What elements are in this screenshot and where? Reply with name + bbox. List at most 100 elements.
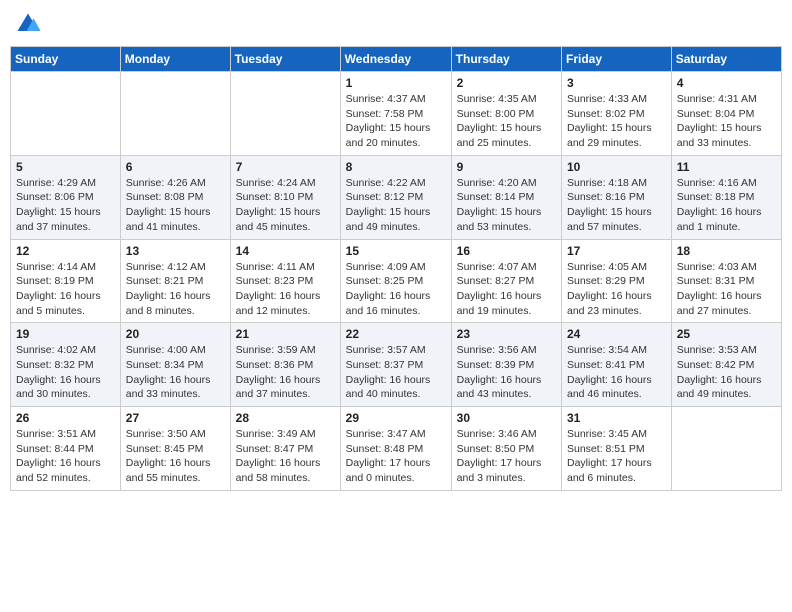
day-info: Sunrise: 4:09 AM Sunset: 8:25 PM Dayligh… — [346, 260, 446, 319]
day-number: 13 — [126, 244, 225, 258]
day-info: Sunrise: 4:05 AM Sunset: 8:29 PM Dayligh… — [567, 260, 666, 319]
calendar-cell: 21 Sunrise: 3:59 AM Sunset: 8:36 PM Dayli… — [230, 323, 340, 407]
calendar-cell: 22Sunrise: 3:57 AM Sunset: 8:37 PM Dayli… — [340, 323, 451, 407]
day-info: Sunrise: 4:26 AM Sunset: 8:08 PM Dayligh… — [126, 176, 225, 235]
day-number: 3 — [567, 76, 666, 90]
calendar-cell: 9 Sunrise: 4:20 AM Sunset: 8:14 PM Daylig… — [451, 155, 561, 239]
day-info: Sunrise: 3:46 AM Sunset: 8:50 PM Dayligh… — [457, 427, 556, 486]
day-number: 14 — [236, 244, 335, 258]
calendar-cell — [11, 72, 121, 156]
logo — [14, 10, 46, 38]
day-number: 12 — [16, 244, 115, 258]
day-number: 2 — [457, 76, 556, 90]
day-info: Sunrise: 4:00 AM Sunset: 8:34 PM Dayligh… — [126, 343, 225, 402]
calendar-week-row: 12 Sunrise: 4:14 AM Sunset: 8:19 PM Dayli… — [11, 239, 782, 323]
page-header — [10, 10, 782, 38]
weekday-header: Tuesday — [230, 47, 340, 72]
calendar-week-row: 1 Sunrise: 4:37 AM Sunset: 7:58 PM Daylig… — [11, 72, 782, 156]
calendar-week-row: 19 Sunrise: 4:02 AM Sunset: 8:32 PM Dayli… — [11, 323, 782, 407]
calendar-cell: 27Sunrise: 3:50 AM Sunset: 8:45 PM Dayli… — [120, 407, 230, 491]
day-info: Sunrise: 4:33 AM Sunset: 8:02 PM Dayligh… — [567, 92, 666, 151]
day-number: 18 — [677, 244, 776, 258]
calendar-cell — [230, 72, 340, 156]
day-number: 22 — [346, 327, 446, 341]
calendar-cell: 28 Sunrise: 3:49 AM Sunset: 8:47 PM Dayli… — [230, 407, 340, 491]
day-info: Sunrise: 3:54 AM Sunset: 8:41 PM Dayligh… — [567, 343, 666, 402]
day-number: 1 — [346, 76, 446, 90]
day-info: Sunrise: 4:22 AM Sunset: 8:12 PM Dayligh… — [346, 176, 446, 235]
day-number: 26 — [16, 411, 115, 425]
day-number: 23 — [457, 327, 556, 341]
calendar-cell: 1 Sunrise: 4:37 AM Sunset: 7:58 PM Daylig… — [340, 72, 451, 156]
day-number: 4 — [677, 76, 776, 90]
day-info: Sunrise: 4:02 AM Sunset: 8:32 PM Dayligh… — [16, 343, 115, 402]
calendar-cell: 25 Sunrise: 3:53 AM Sunset: 8:42 PM Dayli… — [671, 323, 781, 407]
calendar-cell: 24 Sunrise: 3:54 AM Sunset: 8:41 PM Dayli… — [562, 323, 672, 407]
day-info: Sunrise: 3:56 AM Sunset: 8:39 PM Dayligh… — [457, 343, 556, 402]
day-number: 19 — [16, 327, 115, 341]
day-info: Sunrise: 4:35 AM Sunset: 8:00 PM Dayligh… — [457, 92, 556, 151]
calendar-cell: 15 Sunrise: 4:09 AM Sunset: 8:25 PM Dayli… — [340, 239, 451, 323]
day-number: 31 — [567, 411, 666, 425]
day-info: Sunrise: 4:31 AM Sunset: 8:04 PM Dayligh… — [677, 92, 776, 151]
calendar-cell: 18 Sunrise: 4:03 AM Sunset: 8:31 PM Dayli… — [671, 239, 781, 323]
day-number: 17 — [567, 244, 666, 258]
weekday-header: Saturday — [671, 47, 781, 72]
calendar-cell: 14 Sunrise: 4:11 AM Sunset: 8:23 PM Dayli… — [230, 239, 340, 323]
day-number: 8 — [346, 160, 446, 174]
day-number: 7 — [236, 160, 335, 174]
day-info: Sunrise: 3:47 AM Sunset: 8:48 PM Dayligh… — [346, 427, 446, 486]
day-number: 21 — [236, 327, 335, 341]
calendar-header-row: SundayMondayTuesdayWednesdayThursdayFrid… — [11, 47, 782, 72]
calendar-week-row: 26 Sunrise: 3:51 AM Sunset: 8:44 PM Dayli… — [11, 407, 782, 491]
weekday-header: Monday — [120, 47, 230, 72]
calendar-cell: 30Sunrise: 3:46 AM Sunset: 8:50 PM Dayli… — [451, 407, 561, 491]
calendar-cell: 13 Sunrise: 4:12 AM Sunset: 8:21 PM Dayli… — [120, 239, 230, 323]
day-number: 24 — [567, 327, 666, 341]
day-number: 10 — [567, 160, 666, 174]
calendar-table: SundayMondayTuesdayWednesdayThursdayFrid… — [10, 46, 782, 491]
calendar-cell — [120, 72, 230, 156]
calendar-cell: 3 Sunrise: 4:33 AM Sunset: 8:02 PM Daylig… — [562, 72, 672, 156]
day-info: Sunrise: 4:11 AM Sunset: 8:23 PM Dayligh… — [236, 260, 335, 319]
day-info: Sunrise: 3:50 AM Sunset: 8:45 PM Dayligh… — [126, 427, 225, 486]
weekday-header: Thursday — [451, 47, 561, 72]
day-info: Sunrise: 4:07 AM Sunset: 8:27 PM Dayligh… — [457, 260, 556, 319]
day-info: Sunrise: 3:53 AM Sunset: 8:42 PM Dayligh… — [677, 343, 776, 402]
day-info: Sunrise: 4:16 AM Sunset: 8:18 PM Dayligh… — [677, 176, 776, 235]
calendar-cell: 17 Sunrise: 4:05 AM Sunset: 8:29 PM Dayli… — [562, 239, 672, 323]
weekday-header: Sunday — [11, 47, 121, 72]
day-info: Sunrise: 3:59 AM Sunset: 8:36 PM Dayligh… — [236, 343, 335, 402]
day-number: 29 — [346, 411, 446, 425]
weekday-header: Friday — [562, 47, 672, 72]
calendar-cell: 2 Sunrise: 4:35 AM Sunset: 8:00 PM Daylig… — [451, 72, 561, 156]
logo-icon — [14, 10, 42, 38]
calendar-cell: 31Sunrise: 3:45 AM Sunset: 8:51 PM Dayli… — [562, 407, 672, 491]
calendar-cell: 4 Sunrise: 4:31 AM Sunset: 8:04 PM Daylig… — [671, 72, 781, 156]
calendar-week-row: 5 Sunrise: 4:29 AM Sunset: 8:06 PM Daylig… — [11, 155, 782, 239]
day-info: Sunrise: 4:03 AM Sunset: 8:31 PM Dayligh… — [677, 260, 776, 319]
day-number: 25 — [677, 327, 776, 341]
calendar-cell: 26 Sunrise: 3:51 AM Sunset: 8:44 PM Dayli… — [11, 407, 121, 491]
day-number: 11 — [677, 160, 776, 174]
calendar-cell: 8 Sunrise: 4:22 AM Sunset: 8:12 PM Daylig… — [340, 155, 451, 239]
day-number: 5 — [16, 160, 115, 174]
day-number: 28 — [236, 411, 335, 425]
calendar-cell: 23 Sunrise: 3:56 AM Sunset: 8:39 PM Dayli… — [451, 323, 561, 407]
day-info: Sunrise: 4:18 AM Sunset: 8:16 PM Dayligh… — [567, 176, 666, 235]
day-number: 16 — [457, 244, 556, 258]
day-info: Sunrise: 4:14 AM Sunset: 8:19 PM Dayligh… — [16, 260, 115, 319]
day-number: 9 — [457, 160, 556, 174]
day-info: Sunrise: 4:12 AM Sunset: 8:21 PM Dayligh… — [126, 260, 225, 319]
day-number: 15 — [346, 244, 446, 258]
day-info: Sunrise: 3:51 AM Sunset: 8:44 PM Dayligh… — [16, 427, 115, 486]
calendar-cell: 5 Sunrise: 4:29 AM Sunset: 8:06 PM Daylig… — [11, 155, 121, 239]
weekday-header: Wednesday — [340, 47, 451, 72]
day-info: Sunrise: 4:37 AM Sunset: 7:58 PM Dayligh… — [346, 92, 446, 151]
day-info: Sunrise: 4:20 AM Sunset: 8:14 PM Dayligh… — [457, 176, 556, 235]
day-info: Sunrise: 3:49 AM Sunset: 8:47 PM Dayligh… — [236, 427, 335, 486]
calendar-cell: 10 Sunrise: 4:18 AM Sunset: 8:16 PM Dayli… — [562, 155, 672, 239]
day-number: 6 — [126, 160, 225, 174]
day-info: Sunrise: 4:29 AM Sunset: 8:06 PM Dayligh… — [16, 176, 115, 235]
calendar-cell: 16 Sunrise: 4:07 AM Sunset: 8:27 PM Dayli… — [451, 239, 561, 323]
